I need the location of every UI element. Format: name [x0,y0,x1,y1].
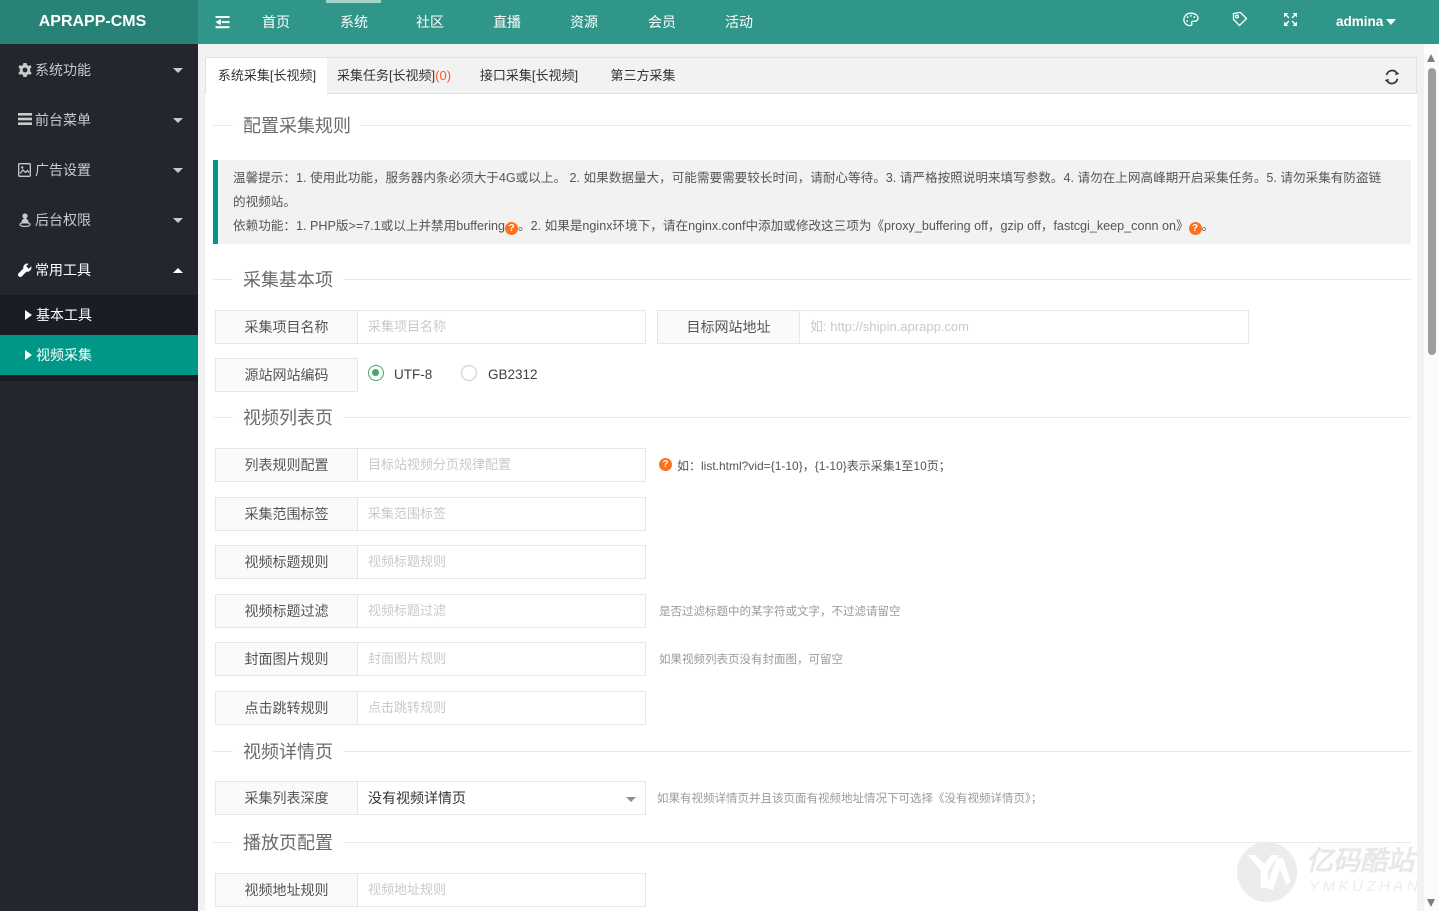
svg-text:YMKUZHAN: YMKUZHAN [1309,878,1421,895]
svg-text:亿码酷站: 亿码酷站 [1306,846,1418,876]
